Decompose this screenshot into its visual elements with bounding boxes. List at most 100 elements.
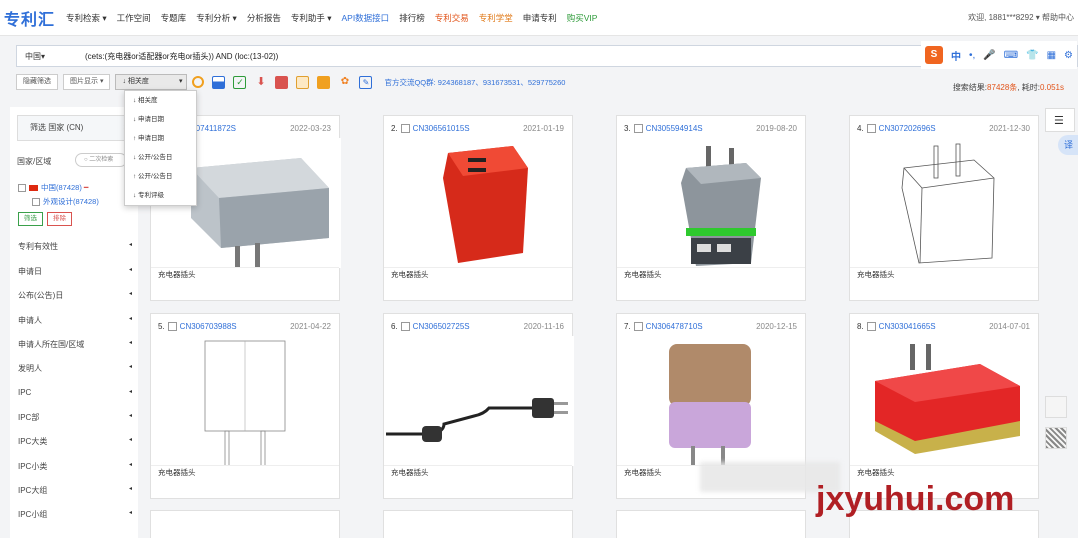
facet-ipc-class[interactable]: IPC大类 ◂ <box>18 436 132 447</box>
card-checkbox[interactable] <box>400 322 410 332</box>
result-card[interactable]: 5. CN306703988S 2021-04-22 充电器插头 <box>150 313 340 499</box>
alarm-icon[interactable] <box>1045 396 1067 418</box>
nav-analysis-report[interactable]: 分析报告 <box>247 12 281 24</box>
site-logo[interactable]: 专利汇 <box>4 6 55 30</box>
second-search-input[interactable]: ○ 二次检索 <box>75 153 127 167</box>
card-title[interactable]: 充电器插头 <box>857 467 895 478</box>
country-filter-item[interactable]: 中国(87428) ━ <box>18 182 88 193</box>
result-card[interactable]: 4. CN307202696S 2021-12-30 充电器插头 <box>849 115 1039 301</box>
result-card[interactable]: 2. CN306561015S 2021-01-19 充电器插头 <box>383 115 573 301</box>
card-title[interactable]: 充电器插头 <box>391 467 429 478</box>
sort-dropdown[interactable]: ↓ 相关度 ▾ <box>115 74 188 90</box>
facet-validity[interactable]: 专利有效性 ◂ <box>18 241 132 252</box>
patent-id-link[interactable]: CN306561015S <box>413 124 470 133</box>
patent-id-link[interactable]: CN306478710S <box>646 322 703 331</box>
chinese-mode-icon[interactable]: 中 <box>951 48 961 63</box>
paw-icon[interactable]: ✿ <box>338 76 351 89</box>
keyboard-icon[interactable]: ⌨ <box>1004 50 1018 61</box>
checklist-icon[interactable]: ✓ <box>233 75 247 89</box>
product-image[interactable] <box>860 336 1030 466</box>
card-checkbox[interactable] <box>633 124 643 134</box>
card-title[interactable]: 充电器插头 <box>624 269 662 280</box>
nav-patent-search[interactable]: 专利检索 ▾ <box>66 12 107 24</box>
user-menu[interactable]: 欢迎, 1881***8292 ▾ 帮助中心 <box>968 12 1074 23</box>
result-card-partial[interactable] <box>383 510 573 538</box>
card-checkbox[interactable] <box>866 124 876 134</box>
filter-header[interactable]: 筛选 国家 (CN)› <box>17 115 131 141</box>
nav-patent-trade[interactable]: 专利交易 <box>435 12 469 24</box>
search-input[interactable]: (cets:(充电器or适配器or充电or插头)) AND (loc:(13-0… <box>85 51 278 62</box>
patent-id-link[interactable]: CN307202696S <box>879 124 936 133</box>
exclude-filter-button[interactable]: 排除 <box>47 212 72 226</box>
list-view-toggle[interactable]: ☰ <box>1045 108 1075 132</box>
result-card[interactable]: 8. CN303041665S 2014-07-01 充电器插头 <box>849 313 1039 499</box>
nav-api[interactable]: API数据接口 <box>341 12 389 24</box>
patent-id-link[interactable]: CN303041665S <box>879 322 936 331</box>
translate-icon[interactable]: 译 <box>1058 135 1078 155</box>
result-card-partial[interactable] <box>616 510 806 538</box>
facet-ipc-subclass[interactable]: IPC小类 ◂ <box>18 461 132 472</box>
facet-ipc[interactable]: IPC ◂ <box>18 388 132 397</box>
checkbox[interactable] <box>18 183 26 192</box>
nav-patent-analysis[interactable]: 专利分析 ▾ <box>196 12 237 24</box>
product-image[interactable] <box>884 138 1004 268</box>
nav-patent-assistant[interactable]: 专利助手 ▾ <box>291 12 332 24</box>
folder-icon[interactable] <box>296 75 310 89</box>
microphone-icon[interactable]: 🎤 <box>983 50 995 61</box>
book-icon[interactable] <box>317 75 331 89</box>
result-card[interactable]: 6. CN306502725S 2020-11-16 充电器插头 <box>383 313 574 499</box>
checkbox[interactable] <box>32 197 40 206</box>
product-image[interactable] <box>185 336 305 466</box>
sort-option[interactable]: ↓ 公开/公告日 <box>125 148 196 167</box>
sort-option[interactable]: ↓ 申请日期 <box>125 110 196 129</box>
card-title[interactable]: 充电器插头 <box>624 467 662 478</box>
patent-id-link[interactable]: CN305594914S <box>646 124 703 133</box>
skin-icon[interactable]: 👕 <box>1026 50 1038 61</box>
sort-option[interactable]: ↑ 公开/公告日 <box>125 167 196 186</box>
card-title[interactable]: 充电器插头 <box>857 269 895 280</box>
product-image[interactable] <box>651 138 771 268</box>
result-card[interactable]: 3. CN305594914S 2019-08-20 充电器插头 <box>616 115 806 301</box>
download-icon[interactable]: ⬇ <box>254 76 267 89</box>
nav-ranking[interactable]: 排行榜 <box>399 12 425 24</box>
country-select[interactable]: 中国▾ <box>17 51 65 62</box>
nav-patent-school[interactable]: 专利学堂 <box>479 12 513 24</box>
product-image[interactable] <box>384 336 574 466</box>
result-card-partial[interactable] <box>150 510 340 538</box>
facet-ipc-section[interactable]: IPC部 ◂ <box>18 412 132 423</box>
card-title[interactable]: 充电器插头 <box>391 269 429 280</box>
nav-topic-library[interactable]: 专题库 <box>161 12 187 24</box>
sogou-ime-icon[interactable]: S <box>924 46 943 64</box>
settings-gear-icon[interactable]: ⚙ <box>1064 50 1073 61</box>
facet-inventor[interactable]: 发明人 ◂ <box>18 363 132 374</box>
image-view-dropdown[interactable]: 图片显示 ▾ <box>63 74 111 90</box>
sort-option[interactable]: ↓ 专利评级 <box>125 186 196 205</box>
card-title[interactable]: 充电器插头 <box>158 269 196 280</box>
facet-publish-date[interactable]: 公布(公告)日 ◂ <box>18 290 132 301</box>
sort-option[interactable]: ↑ 申请日期 <box>125 129 196 148</box>
facet-apply-date[interactable]: 申请日 ◂ <box>18 266 132 277</box>
patent-id-link[interactable]: CN306703988S <box>180 322 237 331</box>
sort-option[interactable]: ↓ 相关度 <box>125 91 196 110</box>
facet-ipc-subgroup[interactable]: IPC小组 ◂ <box>18 509 132 520</box>
hide-filter-button[interactable]: 隐藏筛选 <box>16 74 58 90</box>
refresh-icon[interactable] <box>192 76 205 88</box>
minus-icon[interactable]: ━ <box>84 183 89 192</box>
bar-chart-icon[interactable] <box>212 75 226 89</box>
product-image[interactable] <box>651 336 771 466</box>
nav-apply-patent[interactable]: 申请专利 <box>523 12 557 24</box>
facet-ipc-group[interactable]: IPC大组 ◂ <box>18 485 132 496</box>
patent-id-link[interactable]: CN306502725S <box>413 322 470 331</box>
nav-buy-vip[interactable]: 购买VIP <box>567 12 598 24</box>
card-title[interactable]: 充电器插头 <box>158 467 196 478</box>
grid-menu-icon[interactable]: ▦ <box>1047 50 1056 61</box>
apply-filter-button[interactable]: 筛选 <box>18 212 43 226</box>
punctuation-icon[interactable]: •, <box>969 50 975 61</box>
card-checkbox[interactable] <box>400 124 410 134</box>
design-filter-item[interactable]: 外观设计(87428) <box>32 196 99 207</box>
qrcode-icon[interactable] <box>1045 427 1067 449</box>
facet-applicant-country[interactable]: 申请人所在国/区域 ◂ <box>18 339 132 350</box>
product-image[interactable] <box>418 138 538 268</box>
mail-icon[interactable] <box>275 75 289 89</box>
card-checkbox[interactable] <box>633 322 643 332</box>
